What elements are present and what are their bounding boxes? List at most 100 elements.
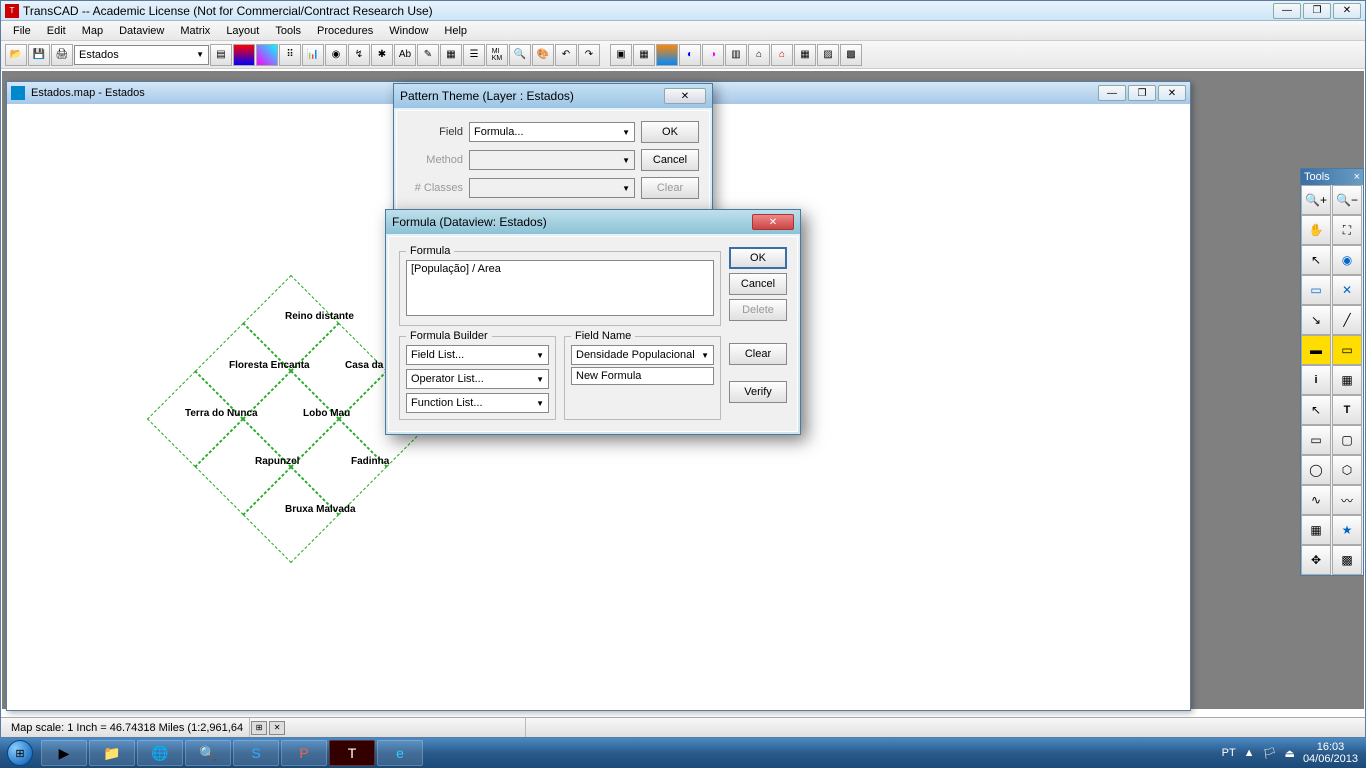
route1-icon[interactable]: ⌂ — [748, 44, 770, 66]
formula-clear-button[interactable]: Clear — [729, 343, 787, 365]
color-icon[interactable]: 🎨 — [532, 44, 554, 66]
pattern-cancel-button[interactable]: Cancel — [641, 149, 699, 171]
task-skype[interactable]: S — [233, 740, 279, 766]
menu-dataview[interactable]: Dataview — [111, 23, 172, 39]
field-combo[interactable]: Formula... ▼ — [469, 122, 635, 142]
table-icon[interactable]: ▦ — [1332, 365, 1362, 395]
menu-matrix[interactable]: Matrix — [172, 23, 218, 39]
route3-icon[interactable]: ▦ — [794, 44, 816, 66]
formula-textarea[interactable] — [406, 260, 714, 316]
rect-icon[interactable]: ▭ — [1301, 425, 1331, 455]
find-icon[interactable]: 🔍 — [509, 44, 531, 66]
ellipse-icon[interactable]: ◯ — [1301, 455, 1331, 485]
dots-icon[interactable]: ⠿ — [279, 44, 301, 66]
task-chrome[interactable]: 🌐 — [137, 740, 183, 766]
formula-dialog-titlebar[interactable]: Formula (Dataview: Estados) ✕ — [386, 210, 800, 234]
task-explorer[interactable]: 📁 — [89, 740, 135, 766]
save-icon[interactable]: 💾 — [28, 44, 50, 66]
image-icon[interactable]: ▦ — [1301, 515, 1331, 545]
tray-clock[interactable]: 16:03 04/06/2013 — [1303, 741, 1358, 765]
task-powerpoint[interactable]: P — [281, 740, 327, 766]
tray-lang[interactable]: PT — [1222, 747, 1236, 759]
start-button[interactable]: ⊞ — [0, 738, 40, 768]
theme2-icon[interactable] — [256, 44, 278, 66]
grid-icon[interactable]: ▩ — [1332, 545, 1362, 575]
tray-network-icon[interactable]: ⏏ — [1285, 747, 1295, 760]
select4-icon[interactable]: ◐ — [679, 44, 701, 66]
freehand-icon[interactable]: 〰 — [1332, 485, 1362, 515]
map-minimize-button[interactable]: — — [1098, 85, 1126, 101]
task-ie[interactable]: e — [377, 740, 423, 766]
redo-icon[interactable]: ↷ — [578, 44, 600, 66]
cursor-icon[interactable]: ↖ — [1301, 395, 1331, 425]
ruler-icon[interactable]: ▬ — [1301, 335, 1331, 365]
menu-layout[interactable]: Layout — [218, 23, 267, 39]
menu-procedures[interactable]: Procedures — [309, 23, 381, 39]
info-click-icon[interactable]: ◉ — [1332, 245, 1362, 275]
select3-icon[interactable] — [656, 44, 678, 66]
info-icon[interactable]: i — [1301, 365, 1331, 395]
style-icon[interactable]: ✎ — [417, 44, 439, 66]
scaled-icon[interactable]: ◉ — [325, 44, 347, 66]
list-icon[interactable]: ☰ — [463, 44, 485, 66]
tray-flag-icon[interactable]: ▲ — [1244, 747, 1255, 759]
zoom-in-icon[interactable]: 🔍+ — [1301, 185, 1331, 215]
pattern-close-button[interactable]: ✕ — [664, 88, 706, 104]
pattern-ok-button[interactable]: OK — [641, 121, 699, 143]
formula-ok-button[interactable]: OK — [729, 247, 787, 269]
menu-file[interactable]: File — [5, 23, 39, 39]
round-rect-icon[interactable]: ▢ — [1332, 425, 1362, 455]
formula-verify-button[interactable]: Verify — [729, 381, 787, 403]
tools-title[interactable]: Tools × — [1301, 169, 1363, 185]
select5-icon[interactable]: ◑ — [702, 44, 724, 66]
zoom-out-icon[interactable]: 🔍− — [1332, 185, 1362, 215]
polyline-icon[interactable]: ∿ — [1301, 485, 1331, 515]
compass-icon[interactable]: ✥ — [1301, 545, 1331, 575]
menu-map[interactable]: Map — [74, 23, 111, 39]
zoom-extent-icon[interactable]: ⛶ — [1332, 215, 1362, 245]
flow-icon[interactable]: ↯ — [348, 44, 370, 66]
task-mediaplayer[interactable]: ▶ — [41, 740, 87, 766]
formula-close-button[interactable]: ✕ — [752, 214, 794, 230]
select1-icon[interactable]: ▣ — [610, 44, 632, 66]
layers-icon[interactable]: ▤ — [210, 44, 232, 66]
select-cross-icon[interactable]: ✕ — [1332, 275, 1362, 305]
route5-icon[interactable]: ▩ — [840, 44, 862, 66]
formula-cancel-button[interactable]: Cancel — [729, 273, 787, 295]
star-icon[interactable]: ★ — [1332, 515, 1362, 545]
new-formula-input[interactable] — [571, 367, 714, 385]
pattern-dialog-titlebar[interactable]: Pattern Theme (Layer : Estados) ✕ — [394, 84, 712, 108]
line-icon[interactable]: ╱ — [1332, 305, 1362, 335]
function-list-combo[interactable]: Function List...▼ — [406, 393, 549, 413]
legend-icon[interactable]: ▦ — [440, 44, 462, 66]
field-list-combo[interactable]: Field List...▼ — [406, 345, 549, 365]
close-button[interactable]: ✕ — [1333, 3, 1361, 19]
select6-icon[interactable]: ▥ — [725, 44, 747, 66]
undo-icon[interactable]: ↶ — [555, 44, 577, 66]
menu-edit[interactable]: Edit — [39, 23, 74, 39]
measure-icon[interactable]: ↘ — [1301, 305, 1331, 335]
menu-tools[interactable]: Tools — [267, 23, 309, 39]
map-maximize-button[interactable]: ❐ — [1128, 85, 1156, 101]
task-search[interactable]: 🔍 — [185, 740, 231, 766]
label-icon[interactable]: Ab — [394, 44, 416, 66]
route2-icon[interactable]: ⌂ — [771, 44, 793, 66]
theme1-icon[interactable] — [233, 44, 255, 66]
select2-icon[interactable]: ▦ — [633, 44, 655, 66]
minimize-button[interactable]: — — [1273, 3, 1301, 19]
text-icon[interactable]: T — [1332, 395, 1362, 425]
menu-window[interactable]: Window — [381, 23, 436, 39]
desire-icon[interactable]: ✱ — [371, 44, 393, 66]
tray-action-icon[interactable]: 🏳 — [1263, 747, 1277, 760]
chart-icon[interactable]: 📊 — [302, 44, 324, 66]
tools-palette[interactable]: Tools × 🔍+ 🔍− ✋ ⛶ ↖ ◉ ▭ ✕ ↘ ╱ ▬ ▭ i ▦ ↖ … — [1300, 168, 1364, 576]
status-btn-2[interactable]: ✕ — [269, 721, 285, 735]
pan-icon[interactable]: ✋ — [1301, 215, 1331, 245]
maximize-button[interactable]: ❐ — [1303, 3, 1331, 19]
tools-close-icon[interactable]: × — [1354, 171, 1360, 183]
operator-list-combo[interactable]: Operator List...▼ — [406, 369, 549, 389]
task-transcad[interactable]: T — [329, 740, 375, 766]
polygon-icon[interactable]: ⬡ — [1332, 455, 1362, 485]
ruler2-icon[interactable]: ▭ — [1332, 335, 1362, 365]
status-btn-1[interactable]: ⊞ — [251, 721, 267, 735]
